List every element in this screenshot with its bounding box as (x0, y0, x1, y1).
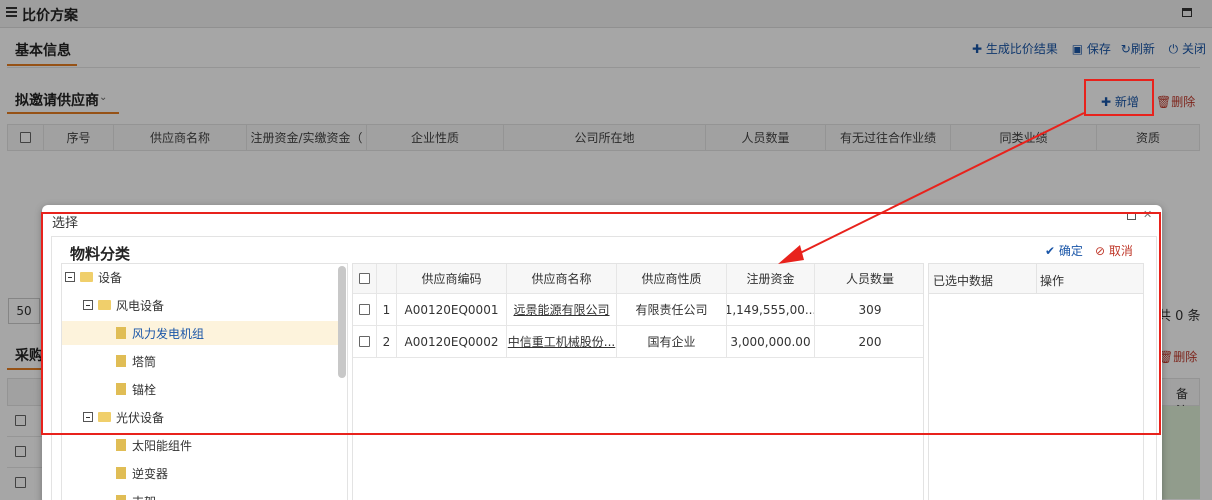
arrow-line (789, 112, 1085, 259)
annotation-arrow (778, 112, 1085, 264)
arrow-head (778, 245, 804, 264)
